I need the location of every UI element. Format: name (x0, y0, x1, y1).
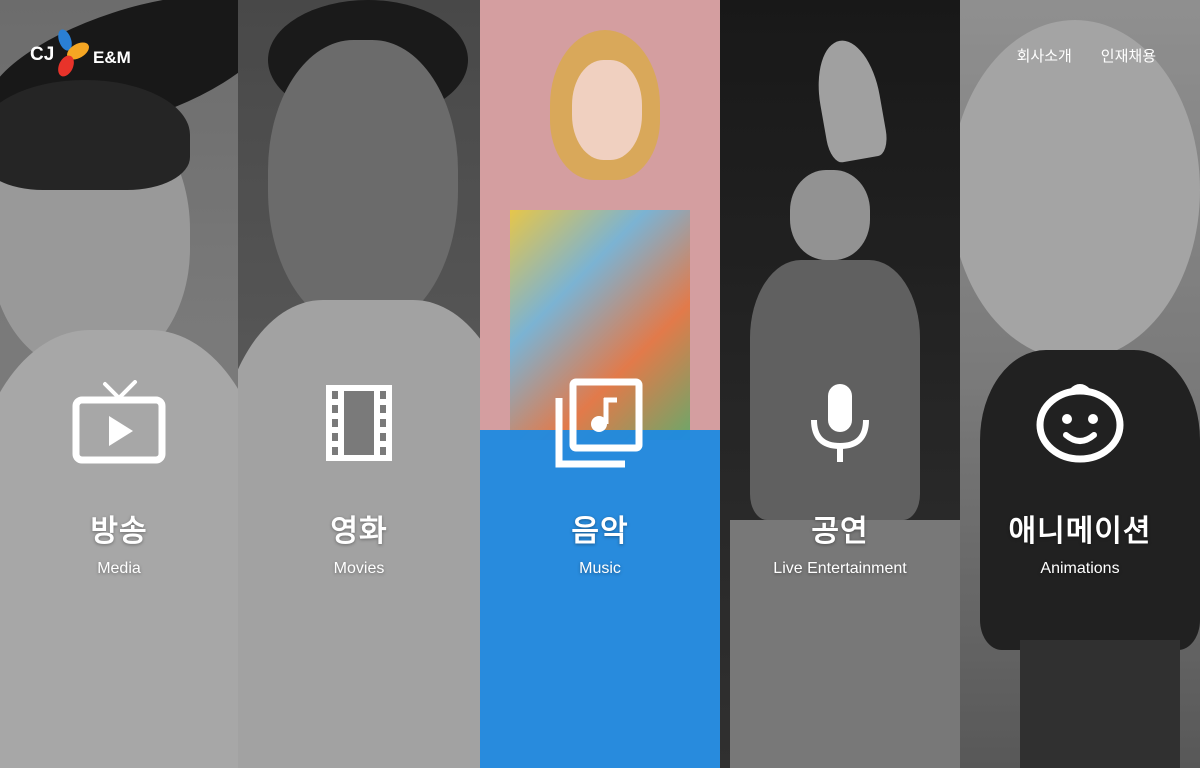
movies-content: 영화 Movies (238, 378, 480, 578)
live-title-en: Live Entertainment (773, 560, 907, 577)
panel-movies[interactable]: 영화 Movies (238, 0, 480, 768)
media-title-en: Media (97, 560, 141, 577)
live-content: 공연 Live Entertainment (720, 378, 960, 578)
film-strip-icon (326, 385, 392, 461)
panel-live-entertainment[interactable]: 공연 Live Entertainment (720, 0, 960, 768)
careers-link[interactable]: 인재채용 (1101, 45, 1156, 66)
music-content: 음악 Music (480, 378, 720, 578)
microphone-icon (811, 384, 869, 462)
logo-em-text: E&M (93, 48, 131, 67)
music-title-ko: 음악 (571, 514, 629, 549)
panel-media[interactable]: 방송 Media (0, 0, 238, 768)
about-company-link[interactable]: 회사소개 (1017, 45, 1072, 66)
category-panels: 방송 Media 영화 Movies 음악 Music 공연 Live Ente… (0, 0, 1200, 768)
music-album-icon (555, 378, 643, 468)
animations-title-ko: 애니메이션 (1008, 514, 1152, 549)
media-content: 방송 Media (0, 378, 238, 578)
top-navigation: 회사소개 인재채용 (1017, 45, 1156, 66)
live-title-ko: 공연 (811, 514, 869, 549)
baby-face-icon (1036, 384, 1124, 463)
tv-icon (72, 380, 166, 464)
cj-enm-logo[interactable]: CJ E&M (30, 26, 140, 82)
panel-animations[interactable]: 애니메이션 Animations (960, 0, 1200, 768)
movies-title-ko: 영화 (330, 514, 388, 549)
music-title-en: Music (579, 560, 621, 577)
media-title-ko: 방송 (90, 514, 148, 549)
animations-content: 애니메이션 Animations (960, 378, 1200, 578)
logo-mark-icon (58, 29, 89, 77)
panel-music[interactable]: 음악 Music (480, 0, 720, 768)
logo-cj-text: CJ (30, 44, 55, 65)
animations-title-en: Animations (1040, 560, 1120, 577)
movies-title-en: Movies (333, 560, 385, 577)
